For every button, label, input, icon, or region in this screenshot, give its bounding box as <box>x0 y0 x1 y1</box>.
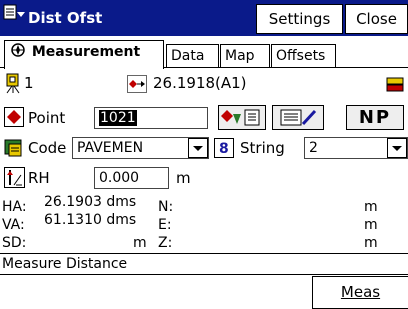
point-value: 1021 <box>99 110 137 126</box>
code-row: Code PAVEMEN 8 String 2 <box>0 135 408 161</box>
z-unit: m <box>364 235 378 251</box>
battery-icon <box>386 75 406 99</box>
measurement-tab-icon <box>11 43 25 57</box>
point-list-button[interactable] <box>218 105 266 130</box>
backsight-value: 26.1918(A1) <box>153 74 247 92</box>
ha-value: 26.1903 dms <box>44 194 137 210</box>
title-bar: Dist Ofst Settings Close <box>0 0 408 36</box>
string-value: 2 <box>309 140 318 156</box>
point-icon <box>4 107 24 131</box>
tab-measurement[interactable]: Measurement <box>4 40 164 69</box>
window-title: Dist Ofst <box>28 9 103 27</box>
tab-data[interactable]: Data <box>166 44 219 68</box>
code-value: PAVEMEN <box>77 140 144 156</box>
code-label: Code <box>28 139 67 157</box>
n-label: N: <box>158 199 174 215</box>
status-bar: Measure Distance <box>0 253 408 275</box>
sd-label: SD: <box>2 235 27 251</box>
e-unit: m <box>364 217 378 233</box>
z-label: Z: <box>158 235 173 251</box>
title-spacer <box>205 2 255 34</box>
point-list-icon <box>221 109 260 126</box>
backsight-icon <box>127 75 147 97</box>
tab-offsets[interactable]: Offsets <box>271 44 336 68</box>
va-label: VA: <box>2 217 25 233</box>
tab-bar: Measurement Data Map Offsets <box>0 38 408 69</box>
code-icon <box>4 137 26 163</box>
instrument-icon <box>4 72 22 98</box>
string-icon: 8 <box>214 138 234 162</box>
point-field[interactable]: 1021 <box>94 107 208 129</box>
rh-row: RH 0.000 m <box>0 166 408 192</box>
n-unit: m <box>364 199 378 215</box>
next-point-button[interactable]: NP <box>346 105 404 130</box>
rod-height-icon <box>4 167 26 193</box>
e-label: E: <box>158 217 172 233</box>
rh-unit: m <box>176 169 191 187</box>
rh-input[interactable]: 0.000 <box>94 167 169 189</box>
string-dropdown-icon[interactable] <box>387 138 407 158</box>
start-menu-icon[interactable] <box>2 2 25 26</box>
string-label: String <box>240 139 285 157</box>
instrument-number: 1 <box>24 74 34 92</box>
point-row: Point 1021 NP <box>0 105 408 131</box>
tab-map[interactable]: Map <box>220 44 270 68</box>
notes-icon <box>280 109 317 126</box>
point-label: Point <box>28 109 66 127</box>
point-notes-button[interactable] <box>272 105 324 130</box>
rh-label: RH <box>28 169 50 187</box>
settings-button[interactable]: Settings <box>256 4 343 34</box>
sd-unit: m <box>133 235 147 251</box>
rh-value: 0.000 <box>99 170 140 186</box>
close-button[interactable]: Close <box>345 4 408 34</box>
meas-label: Meas <box>340 283 381 301</box>
meas-button[interactable]: Meas <box>312 276 408 309</box>
svg-text:8: 8 <box>219 141 229 157</box>
info-row: 1 26.1918(A1) <box>0 72 408 96</box>
code-dropdown-icon[interactable] <box>188 138 208 158</box>
ha-label: HA: <box>2 199 27 215</box>
va-value: 61.1310 dms <box>44 212 137 228</box>
